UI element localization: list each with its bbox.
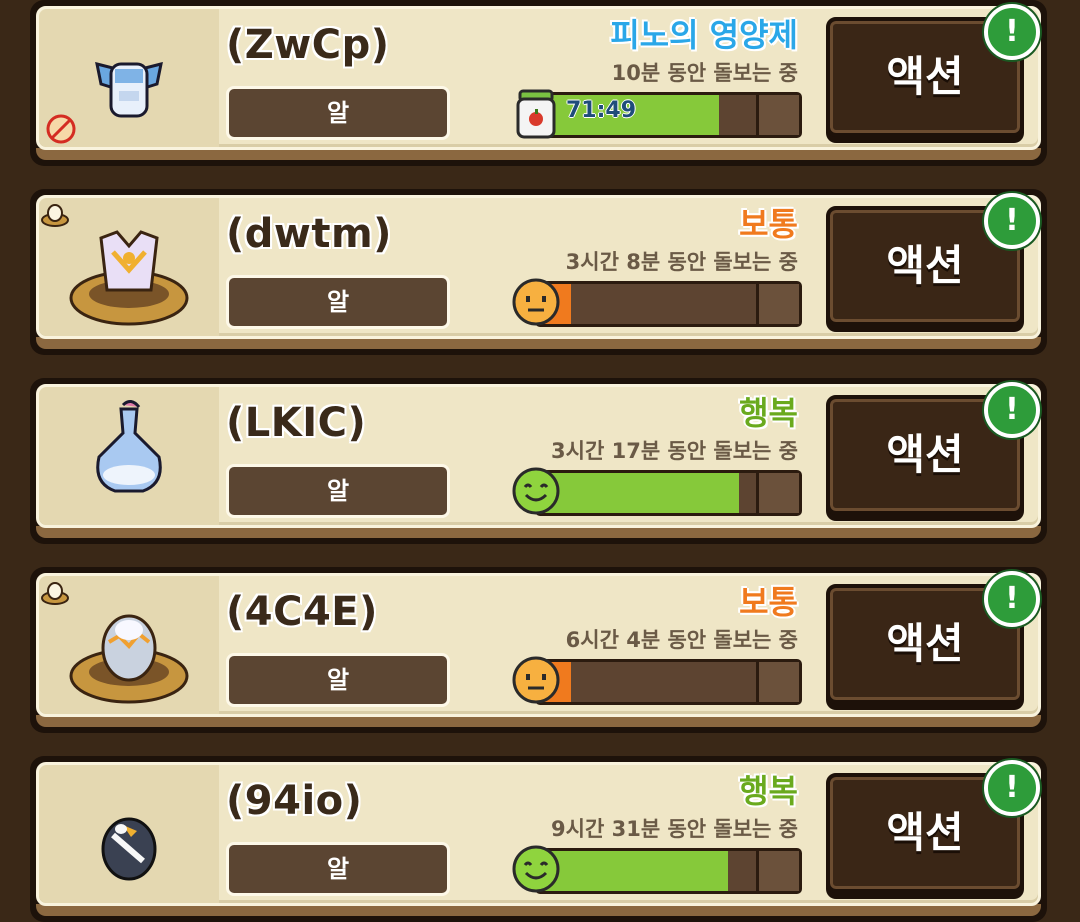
care-progress-bar: 71:49: [516, 89, 802, 139]
bar-end-cap: [756, 284, 799, 324]
pet-name: (ZwCp): [226, 22, 390, 68]
alert-icon[interactable]: !: [984, 760, 1040, 816]
care-duration: 10분 동안 돌보는 중: [611, 61, 798, 85]
care-progress-bar: [512, 656, 802, 705]
pet-card: (LKIC) 알 행복 3시간 17분 동안 돌보는 중 액션 !: [30, 378, 1047, 544]
pet-status: 피노의 영양제: [610, 16, 798, 54]
pet-name: (dwtm): [226, 211, 392, 257]
neutral-face-icon: [512, 278, 560, 326]
pet-stage-label: 알: [226, 842, 450, 896]
pet-portrait[interactable]: [39, 387, 219, 525]
blue-bottle-creature-sprite: [96, 400, 162, 493]
pet-status: 보통: [739, 583, 798, 621]
pet-stage-label: 알: [226, 275, 450, 329]
pet-card: (94io) 알 행복 9시간 31분 동안 돌보는 중 액션 !: [30, 756, 1047, 922]
happy-face-icon: [512, 845, 560, 893]
timer-label: 71:49: [566, 98, 637, 123]
pet-list: (ZwCp) 알 피노의 영양제 10분 동안 돌보는 중 71:49 액션 !: [0, 0, 1080, 922]
jar-icon: [516, 89, 556, 139]
egg-in-nest-icon: [41, 582, 69, 605]
happy-face-icon: [512, 467, 560, 515]
care-progress-fill: [538, 851, 729, 891]
pet-card: (ZwCp) 알 피노의 영양제 10분 동안 돌보는 중 71:49 액션 !: [30, 0, 1047, 166]
care-duration: 6시간 4분 동안 돌보는 중: [565, 628, 798, 652]
care-progress-bar: [512, 278, 802, 327]
pet-name: (94io): [226, 778, 363, 824]
care-progress-bar: [512, 467, 802, 516]
pet-stage-label: 알: [226, 86, 450, 140]
pet-stage-label: 알: [226, 464, 450, 518]
pet-status: 행복: [739, 772, 798, 810]
pet-card: (4C4E) 알 보통 6시간 4분 동안 돌보는 중 액션 !: [30, 567, 1047, 733]
egg-in-nest-icon: [41, 204, 69, 227]
care-progress-fill: [538, 473, 740, 513]
pet-status: 행복: [739, 394, 798, 432]
pet-portrait[interactable]: [39, 9, 219, 147]
bar-end-cap: [756, 662, 799, 702]
bar-end-cap: [756, 851, 799, 891]
bar-end-cap: [756, 95, 799, 135]
alert-icon[interactable]: !: [984, 4, 1040, 60]
pet-portrait[interactable]: [39, 198, 219, 336]
pet-name: (LKIC): [226, 400, 367, 446]
neutral-face-icon: [512, 656, 560, 704]
pet-status: 보통: [739, 205, 798, 243]
care-duration: 3시간 17분 동안 돌보는 중: [551, 439, 798, 463]
care-duration: 9시간 31분 동안 돌보는 중: [551, 817, 798, 841]
dark-bird-creature-sprite: [101, 817, 157, 881]
pet-stage-label: 알: [226, 653, 450, 707]
pet-card: (dwtm) 알 보통 3시간 8분 동안 돌보는 중 액션 !: [30, 189, 1047, 355]
care-duration: 3시간 8분 동안 돌보는 중: [565, 250, 798, 274]
alert-icon[interactable]: !: [984, 193, 1040, 249]
pet-name: (4C4E): [226, 589, 378, 635]
alert-icon[interactable]: !: [984, 382, 1040, 438]
no-feed-icon: [46, 114, 76, 144]
alert-icon[interactable]: !: [984, 571, 1040, 627]
care-progress-bar: [512, 845, 802, 894]
pet-portrait[interactable]: [39, 576, 219, 714]
bar-end-cap: [756, 473, 799, 513]
pet-portrait[interactable]: [39, 765, 219, 903]
